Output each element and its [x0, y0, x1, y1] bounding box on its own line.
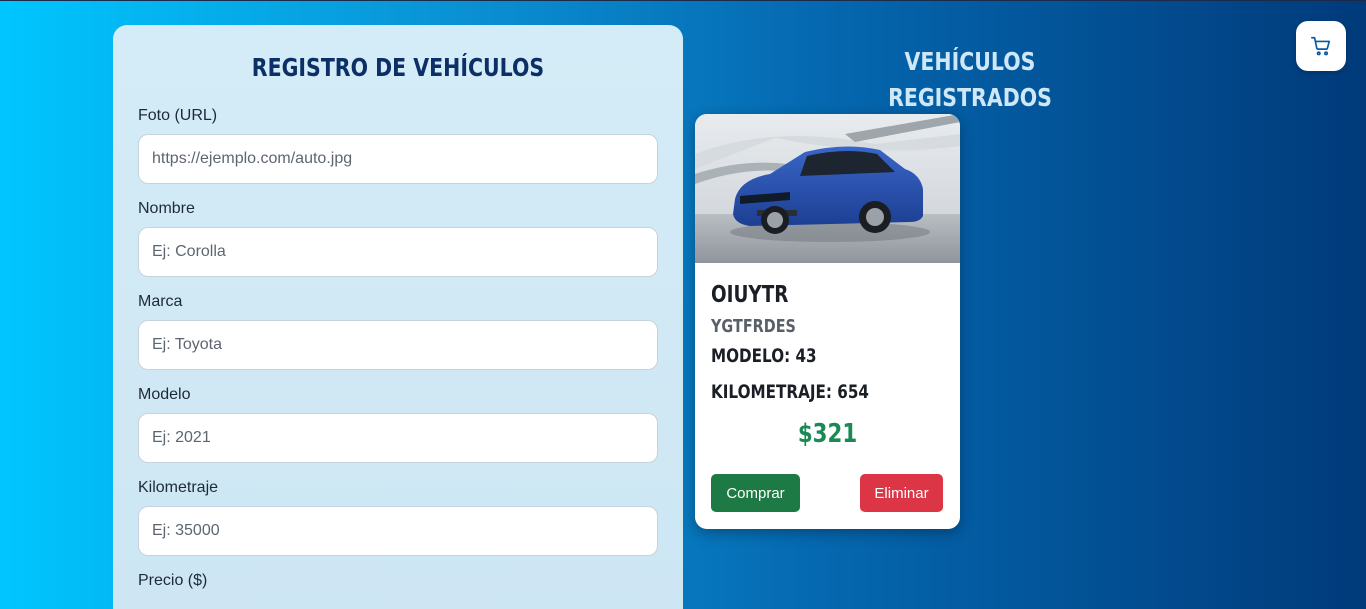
vehicle-registration-form: REGISTRO DE VEHÍCULOS Foto (URL) Nombre …	[113, 25, 683, 609]
model-input[interactable]	[138, 413, 658, 463]
vehicle-model: MODELO: 43	[711, 345, 817, 367]
brand-field-group: Marca	[138, 293, 658, 370]
cart-button[interactable]	[1296, 21, 1346, 71]
brand-input[interactable]	[138, 320, 658, 370]
vehicle-photo	[695, 114, 960, 263]
vehicle-brand: YGTFRDES	[711, 316, 796, 337]
model-field-group: Modelo	[138, 386, 658, 463]
form-title: REGISTRO DE VEHÍCULOS	[251, 53, 545, 82]
photo-url-label: Foto (URL)	[138, 107, 218, 124]
mileage-label: Kilometraje	[138, 479, 219, 496]
name-label: Nombre	[138, 200, 195, 217]
vehicle-price: $321	[797, 419, 858, 449]
vehicle-card: OIUYTR YGTFRDES MODELO: 43 KILOMETRAJE: …	[695, 114, 960, 529]
delete-button[interactable]: Eliminar	[860, 474, 943, 512]
top-border	[0, 0, 1366, 1]
mileage-field-group: Kilometraje	[138, 479, 658, 556]
vehicle-card-body: OIUYTR YGTFRDES MODELO: 43 KILOMETRAJE: …	[695, 263, 960, 529]
vehicle-name: OIUYTR	[711, 282, 789, 308]
mileage-input[interactable]	[138, 506, 658, 556]
brand-label: Marca	[138, 293, 183, 310]
registered-vehicles-title: VEHÍCULOS REGISTRADOS	[888, 47, 1052, 112]
price-label: Precio ($)	[138, 572, 208, 589]
name-input[interactable]	[138, 227, 658, 277]
photo-url-input[interactable]	[138, 134, 658, 184]
model-label: Modelo	[138, 386, 191, 403]
vehicle-mileage: KILOMETRAJE: 654	[711, 381, 869, 403]
photo-field-group: Foto (URL)	[138, 107, 658, 184]
buy-button[interactable]: Comprar	[711, 474, 800, 512]
price-field-group: Precio ($)	[138, 572, 658, 590]
name-field-group: Nombre	[138, 200, 658, 277]
cart-icon	[1311, 36, 1331, 56]
